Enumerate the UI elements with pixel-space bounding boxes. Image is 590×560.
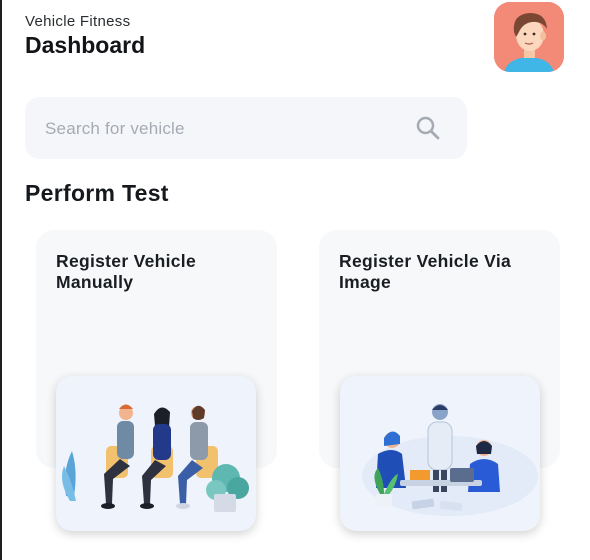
search-icon[interactable] xyxy=(415,115,441,141)
app-subtitle: Vehicle Fitness xyxy=(25,13,131,30)
card-label: Register Vehicle Via Image xyxy=(339,251,512,292)
search-input[interactable]: Search for vehicle xyxy=(45,119,185,139)
people-waiting-illustration[interactable] xyxy=(56,376,256,531)
search-bar[interactable]: Search for vehicle xyxy=(25,97,467,159)
card-label: Register Vehicle Manually xyxy=(56,251,197,292)
team-meeting-illustration[interactable] xyxy=(340,376,540,531)
window-edge xyxy=(0,0,2,560)
page-title: Dashboard xyxy=(25,32,146,58)
user-avatar-icon[interactable] xyxy=(494,2,564,72)
section-title: Perform Test xyxy=(25,180,169,206)
